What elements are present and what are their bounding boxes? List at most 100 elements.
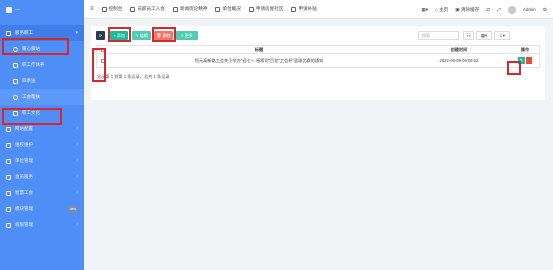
chevron-left-icon: ‹ xyxy=(76,158,78,164)
sidebar-item-label: 服务职工 xyxy=(15,30,33,35)
clear-cache-label: 清除缓存 xyxy=(460,6,480,12)
dashboard-icon xyxy=(101,6,107,12)
header-title[interactable]: 标题 xyxy=(109,46,409,53)
sidebar-item-units[interactable]: 单位管理 ‹ xyxy=(0,153,84,169)
top-nav-news[interactable]: 新闻舆论精神 xyxy=(172,6,208,12)
money-icon xyxy=(291,6,297,12)
row-delete-button[interactable] xyxy=(526,57,532,64)
export-button[interactable]: ⇩▾ xyxy=(494,31,510,40)
toggle-view-button[interactable]: ☷ xyxy=(463,31,474,40)
user-icon xyxy=(6,174,11,180)
top-nav-label: 申请补贴 xyxy=(298,6,317,11)
top-nav-label: 控制台 xyxy=(108,6,123,11)
top-nav-label: 单位概况 xyxy=(222,6,241,11)
sidebar-item-members[interactable]: 会员服务 ‹ xyxy=(0,169,84,185)
chevron-left-icon: ‹ xyxy=(76,142,78,148)
user-add-icon xyxy=(130,6,136,12)
home-link[interactable]: ⌂ 主页 xyxy=(435,7,448,13)
sidebar-item-culture[interactable]: 职工文化 xyxy=(0,105,84,121)
circle-icon xyxy=(13,94,18,100)
sidebar-item-label: 会员服务 xyxy=(15,174,33,179)
sidebar-item-rights[interactable]: 维权维护 ‹ xyxy=(0,137,84,153)
home-icon xyxy=(248,6,254,12)
header-create-time[interactable]: 创建时间 xyxy=(409,46,509,53)
grid-menu-icon[interactable]: ▦▾ xyxy=(421,7,428,13)
row-edit-button[interactable]: ✎ xyxy=(518,57,525,64)
sidebar-item-site[interactable]: 网站配置 ‹ xyxy=(0,121,84,137)
sidebar-item-modules[interactable]: 模块管理 new xyxy=(0,201,84,217)
square-icon xyxy=(13,62,18,68)
new-badge: new xyxy=(67,206,78,212)
top-nav-label: 新闻舆论精神 xyxy=(179,6,208,11)
sidebar-item-rest[interactable]: 职工疗休养 xyxy=(0,57,84,73)
shield-icon xyxy=(6,142,11,148)
avatar[interactable] xyxy=(507,5,516,14)
sidebar-item-label: 模块管理 xyxy=(15,206,33,211)
table-row[interactable]: 恒元高新路工会关于举办"迎七一 感恩党"百花"工会杯"篮球比赛的通知 2022-… xyxy=(96,54,540,68)
grid-icon xyxy=(6,206,11,212)
table-card: ⟳ + 添加 ✎ 编辑 🗑 删除 ≡ 更多 搜索 ☷ ▦▾ ⇩▾ 标题 创建时间… xyxy=(91,26,545,100)
add-button[interactable]: + 添加 xyxy=(110,31,128,40)
top-nav-subsidy[interactable]: 申请补贴 xyxy=(291,6,317,12)
row-title: 恒元高新路工会关于举办"迎七一 感恩党"百花"工会杯"篮球比赛的通知 xyxy=(194,57,324,63)
sidebar-item-warm[interactable]: 暖心驿站 xyxy=(0,41,84,57)
top-nav-join[interactable]: 员职员工入会 xyxy=(130,6,165,12)
settings-icon[interactable]: ⚙ xyxy=(543,7,547,13)
sidebar-item-label: 四季送 xyxy=(22,78,36,83)
translate-icon[interactable]: ⇄ xyxy=(486,7,490,13)
row-actions: ✎ xyxy=(509,54,541,67)
more-button[interactable]: ≡ 更多 xyxy=(176,31,198,40)
row-checkbox-cell xyxy=(97,54,109,67)
delete-button[interactable]: 🗑 删除 xyxy=(154,31,173,40)
sidebar-item-label: 职工文化 xyxy=(22,110,40,115)
sidebar-item-seasons[interactable]: 四季送 xyxy=(0,73,84,89)
header-actions: 操作 xyxy=(520,46,530,52)
brand-text: — xyxy=(15,6,20,13)
top-nav-units[interactable]: 单位概况 xyxy=(215,6,241,12)
top-nav-dashboard[interactable]: 控制台 xyxy=(101,6,123,12)
columns-button[interactable]: ▦▾ xyxy=(476,31,492,40)
clear-cache-link[interactable]: ▣ 清除缓存 xyxy=(455,7,479,13)
sidebar-item-label: 职工疗休养 xyxy=(22,62,45,67)
refresh-button[interactable]: ⟳ xyxy=(96,31,105,40)
chip-icon xyxy=(6,190,11,196)
chevron-left-icon: ‹ xyxy=(76,174,78,180)
brand[interactable]: — xyxy=(0,0,84,19)
menu-toggle-icon[interactable]: ≡ xyxy=(90,6,94,12)
news-icon xyxy=(172,6,178,12)
gear-icon xyxy=(6,126,11,132)
sidebar-item-label: 网站配置 xyxy=(15,126,33,131)
row-create-time: 2022-06-09 09:06:02 xyxy=(439,58,479,63)
content-area: ⟳ + 添加 ✎ 编辑 🗑 删除 ≡ 更多 搜索 ☷ ▦▾ ⇩▾ 标题 创建时间… xyxy=(84,19,553,270)
row-checkbox[interactable] xyxy=(101,58,105,63)
top-nav-label: 申请房屋社区 xyxy=(255,6,284,11)
home-label: 主页 xyxy=(439,6,449,12)
sidebar-item-permissions[interactable]: 权限管理 ‹ xyxy=(0,217,84,233)
pagination-info: 显示第 1 到第 1 条记录，总共 1 条记录 xyxy=(97,74,170,79)
fullscreen-icon[interactable]: ⤢ xyxy=(497,7,501,12)
users-icon xyxy=(6,30,11,36)
building-icon xyxy=(6,158,11,164)
square-icon xyxy=(13,110,18,116)
select-all-checkbox[interactable] xyxy=(101,47,105,52)
building-icon xyxy=(215,6,221,12)
sidebar-item-label: 工会帮扶 xyxy=(22,94,40,99)
topbar-right: ▦▾ ⌂ 主页 ▣ 清除缓存 ⇄ ⤢ Admin ⚙ xyxy=(421,0,547,19)
chevron-left-icon: ‹ xyxy=(76,190,78,196)
sidebar-item-label: 智慧工会 xyxy=(15,190,33,195)
logo-icon xyxy=(6,6,12,13)
sidebar-item-smart[interactable]: 智慧工会 ‹ xyxy=(0,185,84,201)
username[interactable]: Admin xyxy=(523,7,536,12)
sidebar-item-label: 维权维护 xyxy=(15,142,33,147)
topbar: ≡ 控制台 员职员工入会 新闻舆论精神 单位概况 申请房屋社区 申请补贴 ▦▾ … xyxy=(84,0,553,19)
table-header: 标题 创建时间 操作 xyxy=(96,45,540,54)
sidebar-item-assist[interactable]: 工会帮扶 xyxy=(0,89,84,105)
gift-icon xyxy=(13,78,18,84)
chevron-left-icon: ‹ xyxy=(76,126,78,132)
edit-button[interactable]: ✎ 编辑 xyxy=(132,31,151,40)
search-input[interactable]: 搜索 xyxy=(418,31,459,40)
chevron-down-icon: ▾ xyxy=(75,30,78,36)
sidebar-item-label: 暖心驿站 xyxy=(22,46,40,51)
top-nav-housing[interactable]: 申请房屋社区 xyxy=(248,6,284,12)
sidebar-item-service[interactable]: 服务职工 ▾ xyxy=(0,25,84,41)
